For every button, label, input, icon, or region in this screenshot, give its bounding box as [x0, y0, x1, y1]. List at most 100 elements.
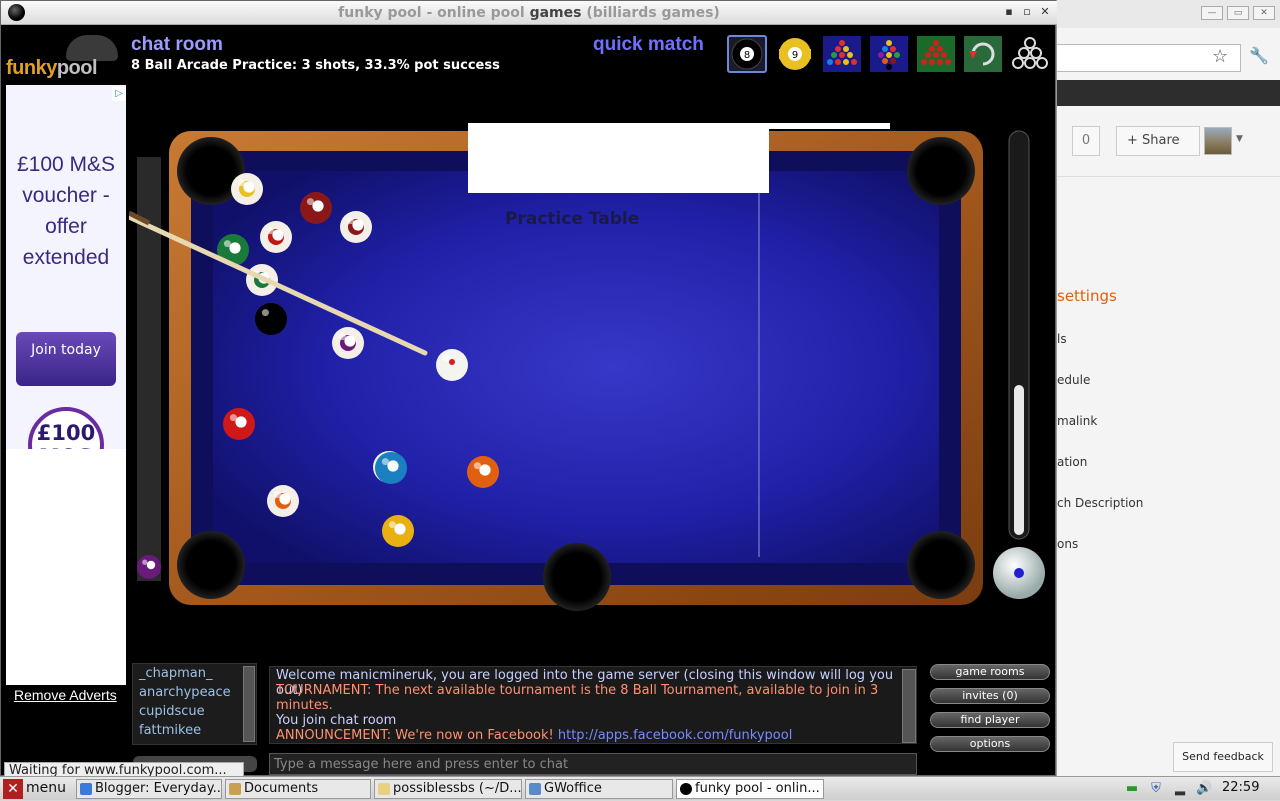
chat-scrollbar[interactable]: [902, 669, 916, 743]
settings-item[interactable]: ons: [1057, 537, 1078, 551]
settings-item[interactable]: ation: [1057, 455, 1087, 469]
settings-item[interactable]: edule: [1057, 373, 1090, 387]
ball-4-potted-highlight: [142, 559, 148, 565]
advert-panel[interactable]: ▷ £100 M&S voucher - offer extended Join…: [6, 85, 126, 483]
minimize-icon[interactable]: —: [1201, 6, 1223, 20]
text-editor-icon: [378, 783, 390, 795]
game-rooms-button[interactable]: game rooms: [930, 664, 1050, 680]
ball-8-body: [255, 303, 287, 335]
rotate-icon[interactable]: [963, 35, 1003, 73]
join-today-button[interactable]: Join today: [16, 332, 116, 386]
pocket-top-right: [907, 137, 975, 205]
cue-ball: [436, 349, 468, 381]
menu-icon: ✕: [3, 779, 23, 799]
start-menu-button[interactable]: ✕ menu: [0, 777, 72, 801]
user-list[interactable]: _chapman_ anarchypeace cupidscue fattmik…: [132, 663, 257, 745]
spin-slider-fill: [1014, 385, 1024, 535]
ball-7: [300, 192, 332, 224]
pocket-bottom-middle: [543, 543, 611, 611]
ball-13: [267, 485, 299, 517]
settings-item[interactable]: malink: [1057, 414, 1097, 428]
advert-blank: [6, 449, 126, 685]
shield-icon[interactable]: ⛨: [1148, 781, 1164, 797]
taskbar-item-blogger[interactable]: Blogger: Everyday...: [76, 779, 222, 799]
settings-heading[interactable]: settings: [1057, 287, 1117, 305]
user-list-item[interactable]: _chapman_: [139, 666, 212, 681]
wrench-icon[interactable]: 🔧: [1249, 46, 1269, 65]
rack-snooker-icon[interactable]: [916, 35, 956, 73]
find-player-button[interactable]: find player: [930, 712, 1050, 728]
ball-11-highlight: [266, 227, 274, 235]
taskbar-item-gwoffice[interactable]: GWoffice: [525, 779, 673, 799]
options-button[interactable]: options: [930, 736, 1050, 752]
ball-3-highlight: [229, 414, 237, 422]
taskbar-item-editor[interactable]: possiblessbs (~/D...: [374, 779, 522, 799]
taskbar-item-documents[interactable]: Documents: [225, 779, 371, 799]
ad-choices-icon[interactable]: ▷: [112, 87, 126, 101]
window-titlebar[interactable]: funky pool - online pool games (billiard…: [1, 1, 1057, 25]
settings-item[interactable]: ls: [1057, 332, 1067, 346]
funkypool-logo[interactable]: funkypool: [6, 35, 127, 83]
settings-item[interactable]: ch Description: [1057, 496, 1143, 510]
send-feedback-button[interactable]: Send feedback: [1173, 742, 1273, 772]
window-title-bold: games: [529, 5, 582, 21]
chat-line: TOURNAMENT: The next available tournamen…: [276, 683, 878, 698]
user-list-scrollbar[interactable]: [243, 666, 255, 742]
share-label: Share: [1142, 133, 1180, 148]
ball-6-highlight: [223, 240, 231, 248]
battery-icon[interactable]: ▬: [1124, 781, 1140, 797]
taskbar-item-funkypool[interactable]: funky pool - onlin...: [676, 779, 824, 799]
maximize-icon[interactable]: ▭: [1227, 6, 1249, 20]
user-list-item[interactable]: anarchypeace: [139, 685, 231, 700]
ball-1: [382, 515, 414, 547]
table-title: Practice Table: [505, 209, 640, 229]
rack-9-icon[interactable]: [869, 35, 909, 73]
user-list-item[interactable]: fattmikee: [139, 723, 201, 738]
rack-15-icon[interactable]: [822, 35, 862, 73]
clock: 22:59: [1222, 780, 1260, 795]
spin-dot: [1014, 568, 1024, 578]
network-signal-icon[interactable]: ▂: [1172, 781, 1188, 797]
divider: [1057, 176, 1280, 177]
ball-15-spot: [352, 219, 364, 231]
chat-input[interactable]: Type a message here and press enter to c…: [269, 753, 917, 775]
pool-table[interactable]: [129, 121, 1054, 621]
practice-status: 8 Ball Arcade Practice: 3 shots, 33.3% p…: [131, 58, 500, 73]
volume-icon[interactable]: 🔊: [1196, 781, 1212, 797]
chat-text: We're now on Facebook!: [395, 728, 558, 743]
chat-prefix: TOURNAMENT:: [276, 683, 376, 698]
chat-prefix: ANNOUNCEMENT:: [276, 728, 396, 743]
ball-8-highlight: [261, 309, 269, 317]
ball-2: [375, 452, 407, 484]
ball-5: [467, 456, 499, 488]
task-label: GWoffice: [544, 781, 602, 796]
close-icon[interactable]: ✕: [1253, 6, 1275, 20]
avatar[interactable]: [1204, 127, 1232, 155]
ball-2-spot: [387, 460, 399, 472]
user-list-item[interactable]: cupidscue: [139, 704, 205, 719]
facebook-link[interactable]: http://apps.facebook.com/funkypool: [558, 728, 792, 743]
close-icon[interactable]: ✕: [1037, 4, 1053, 20]
ball-15: [340, 211, 372, 243]
ball-12-spot: [344, 335, 356, 347]
8-ball-icon[interactable]: 8: [727, 35, 767, 73]
pocket-bottom-right: [907, 531, 975, 599]
9-ball-icon[interactable]: 9: [775, 35, 815, 73]
window-title: funky pool - online pool games (billiard…: [1, 5, 1057, 21]
cue-ball-aim-dot: [449, 359, 455, 365]
share-button[interactable]: + Share: [1116, 126, 1200, 156]
ball-7-spot: [312, 200, 324, 212]
minimize-icon[interactable]: ▪: [1001, 4, 1017, 20]
ball-2-highlight: [381, 458, 389, 466]
chat-room-link[interactable]: chat room: [131, 34, 223, 56]
maximize-icon[interactable]: ▫: [1019, 4, 1035, 20]
remove-adverts-link[interactable]: Remove Adverts: [14, 687, 117, 703]
invites-button[interactable]: invites (0): [930, 688, 1050, 704]
triangle-rack-icon[interactable]: [1010, 35, 1050, 73]
game-window: funky pool - online pool games (billiard…: [0, 0, 1057, 779]
ball-11-spot: [272, 229, 284, 241]
ball-12: [332, 327, 364, 359]
chevron-down-icon[interactable]: ▼: [1236, 134, 1243, 144]
bookmark-star-icon[interactable]: ☆: [1212, 46, 1228, 67]
quick-match-label: quick match: [593, 34, 704, 55]
